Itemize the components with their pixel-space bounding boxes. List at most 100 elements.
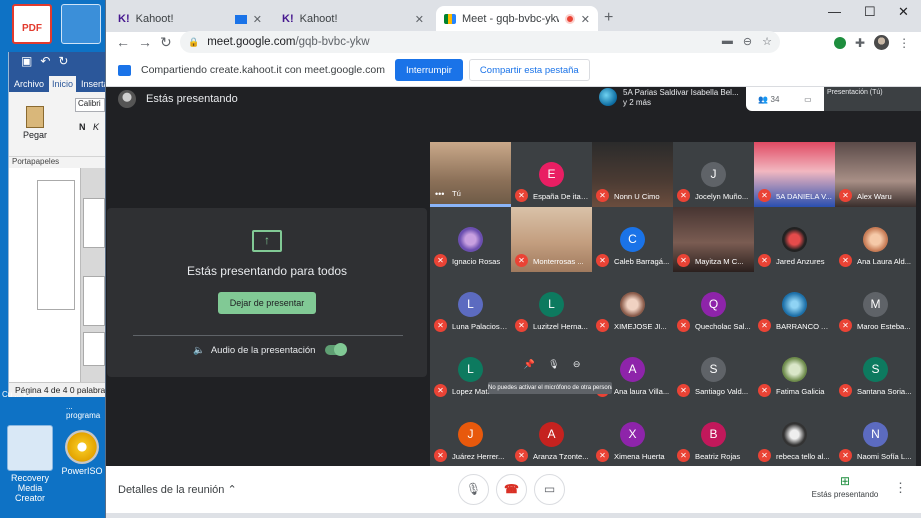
- word-page-thumb[interactable]: [83, 332, 105, 366]
- poweriso-icon[interactable]: PowerISO: [60, 430, 104, 476]
- redo-icon[interactable]: ↻: [58, 54, 68, 68]
- participant-tile[interactable]: J ✕ Jocelyn Muño...: [673, 142, 754, 207]
- tab-kahoot-2[interactable]: K! Kahoot! ✕: [274, 6, 432, 32]
- microphone-button[interactable]: 🎙: [458, 474, 489, 505]
- tab-kahoot-1[interactable]: K! Kahoot! ✕: [110, 6, 270, 32]
- participant-name: Ana laura Villa...: [614, 387, 670, 396]
- desktop-label-left: Cu ... lo ...: [2, 390, 39, 399]
- presentation-audio-label: Audio de la presentación: [210, 345, 316, 356]
- camera-button[interactable]: ▭: [534, 474, 565, 505]
- recovery-disc-icon: [7, 425, 53, 471]
- participant-tile[interactable]: ••• Tú: [430, 142, 511, 207]
- tab-meet[interactable]: Meet - gqb-bvbc-ykw ✕: [436, 6, 598, 32]
- participant-tile[interactable]: ✕ Fatima Galicia: [754, 337, 835, 402]
- participant-name: Ximena Huerta: [614, 452, 665, 461]
- menu-icon[interactable]: ⋮: [898, 36, 910, 50]
- participant-tile[interactable]: S ✕ Santana Soria...: [835, 337, 916, 402]
- presenting-status-button[interactable]: ⊞ Estás presentando: [802, 474, 888, 499]
- mic-off-icon[interactable]: 🎙: [548, 359, 559, 370]
- mic-off-icon: ✕: [515, 449, 528, 462]
- participant-initial-avatar: M: [863, 292, 888, 317]
- participant-initial-avatar: E: [539, 162, 564, 187]
- participant-initial-avatar: S: [701, 357, 726, 382]
- people-button[interactable]: 👥 34: [758, 95, 779, 104]
- participant-tile[interactable]: ✕ Ana Laura Ald...: [835, 207, 916, 272]
- participant-tile[interactable]: A ✕ Aranza Tzonte...: [511, 402, 592, 466]
- save-icon[interactable]: ▣: [21, 54, 32, 68]
- close-icon[interactable]: ✕: [253, 13, 262, 26]
- pin-icon[interactable]: 📌: [524, 359, 535, 370]
- sharing-bar: Compartiendo create.kahoot.it con meet.g…: [106, 54, 921, 87]
- url-path: /gqb-bvbc-ykw: [295, 36, 370, 48]
- star-icon[interactable]: ☆: [762, 35, 772, 48]
- profile-avatar[interactable]: [874, 35, 890, 50]
- minimize-button[interactable]: —: [828, 4, 841, 19]
- shield-extension-icon[interactable]: [834, 36, 846, 49]
- chat-icon[interactable]: ▭: [804, 95, 812, 104]
- pdf-icon: PDF: [12, 4, 52, 44]
- self-presentation-thumbnail[interactable]: Presentación (Tú): [824, 87, 921, 111]
- paste-button[interactable]: Pegar: [23, 106, 47, 140]
- pdf-app-icon[interactable]: PDF: [6, 4, 58, 46]
- participant-tile[interactable]: M ✕ Maroo Esteba...: [835, 272, 916, 337]
- close-icon[interactable]: ✕: [415, 13, 424, 26]
- close-icon[interactable]: ✕: [581, 13, 590, 26]
- participant-tile[interactable]: J ✕ Juárez Herrer...: [430, 402, 511, 466]
- participant-tile[interactable]: ✕ Monterrosas ...: [511, 207, 592, 272]
- camera-icon[interactable]: ▬: [722, 35, 733, 48]
- new-tab-button[interactable]: +: [604, 9, 613, 27]
- more-icon[interactable]: •••: [435, 189, 444, 199]
- participant-tile[interactable]: L ✕ Luna Palacios ...: [430, 272, 511, 337]
- address-bar-actions: ▬ ⊖ ☆: [722, 35, 772, 48]
- meeting-details-button[interactable]: Detalles de la reunión ⌃: [118, 483, 237, 496]
- participant-tile[interactable]: ✕ 5A DANIELA V...: [754, 142, 835, 207]
- word-tab-archivo[interactable]: Archivo: [11, 76, 47, 92]
- stop-sharing-button[interactable]: Interrumpir: [394, 59, 463, 81]
- hang-up-button[interactable]: ☎: [496, 474, 527, 505]
- font-select[interactable]: Calibri: [75, 98, 105, 112]
- share-this-tab-button[interactable]: Compartir esta pestaña: [468, 59, 590, 81]
- participant-tile[interactable]: ✕ Ignacio Rosas: [430, 207, 511, 272]
- stop-presenting-button[interactable]: Dejar de presentar: [217, 292, 317, 314]
- participant-tile[interactable]: N ✕ Naomi Sofía L...: [835, 402, 916, 466]
- participant-tile[interactable]: ✕ XIMEJOSE JI...: [592, 272, 673, 337]
- pinned-participant-info[interactable]: 5A Parias Saldivar Isabella Bel... y 2 m…: [599, 87, 745, 111]
- forward-button[interactable]: →: [138, 34, 152, 50]
- recovery-media-creator-icon[interactable]: Recovery Media Creator: [2, 425, 58, 503]
- address-bar[interactable]: 🔒 meet.google.com /gqb-bvbc-ykw ▬ ⊖ ☆: [180, 31, 780, 53]
- participant-tile[interactable]: L ✕ Luzitzel Herna...: [511, 272, 592, 337]
- undo-icon[interactable]: ↶: [40, 54, 50, 68]
- reload-button[interactable]: ↻: [160, 34, 172, 51]
- word-window: ▣ ↶ ↻ Archivo Inicio Insertar Pegar Cali…: [8, 52, 105, 397]
- maximize-button[interactable]: ☐: [864, 4, 876, 20]
- bold-button[interactable]: N: [79, 122, 86, 132]
- close-window-button[interactable]: ✕: [898, 4, 909, 20]
- presentation-audio-toggle[interactable]: [325, 343, 347, 356]
- participant-tile[interactable]: ✕ rebeca tello al...: [754, 402, 835, 466]
- participant-tile[interactable]: E ✕ España De ita ...: [511, 142, 592, 207]
- participant-tile[interactable]: ✕ Jared Anzures: [754, 207, 835, 272]
- participant-tile[interactable]: ✕ Nonn U Cimo: [592, 142, 673, 207]
- participant-tile[interactable]: S ✕ Santiago Vald...: [673, 337, 754, 402]
- participant-tile[interactable]: B ✕ Beatriz Rojas: [673, 402, 754, 466]
- participant-name: Ana Laura Ald...: [857, 257, 912, 266]
- meeting-details-label: Detalles de la reunión: [118, 484, 225, 496]
- mic-off-icon: ✕: [596, 449, 609, 462]
- participant-tile[interactable]: Q ✕ Quecholac Sal...: [673, 272, 754, 337]
- puzzle-icon[interactable]: ✚: [855, 36, 865, 50]
- participant-tile[interactable]: ✕ BARRANCO A...: [754, 272, 835, 337]
- word-tab-inicio[interactable]: Inicio: [49, 76, 77, 92]
- participant-tile[interactable]: C ✕ Caleb Barragá...: [592, 207, 673, 272]
- remove-icon[interactable]: ⊖: [573, 359, 581, 370]
- desktop-app-icon[interactable]: [58, 4, 104, 46]
- more-options-button[interactable]: ⋮: [894, 480, 907, 496]
- word-tab-insertar[interactable]: Insertar: [78, 76, 105, 92]
- word-page-thumb[interactable]: [83, 276, 105, 326]
- zoom-icon[interactable]: ⊖: [743, 35, 752, 48]
- participant-tile[interactable]: ✕ Mayitza M C...: [673, 207, 754, 272]
- participant-tile[interactable]: ✕ Alex Waru: [835, 142, 916, 207]
- italic-button[interactable]: K: [93, 122, 99, 132]
- participant-tile[interactable]: X ✕ Ximena Huerta: [592, 402, 673, 466]
- back-button[interactable]: ←: [116, 34, 130, 50]
- word-page-thumb[interactable]: [83, 198, 105, 248]
